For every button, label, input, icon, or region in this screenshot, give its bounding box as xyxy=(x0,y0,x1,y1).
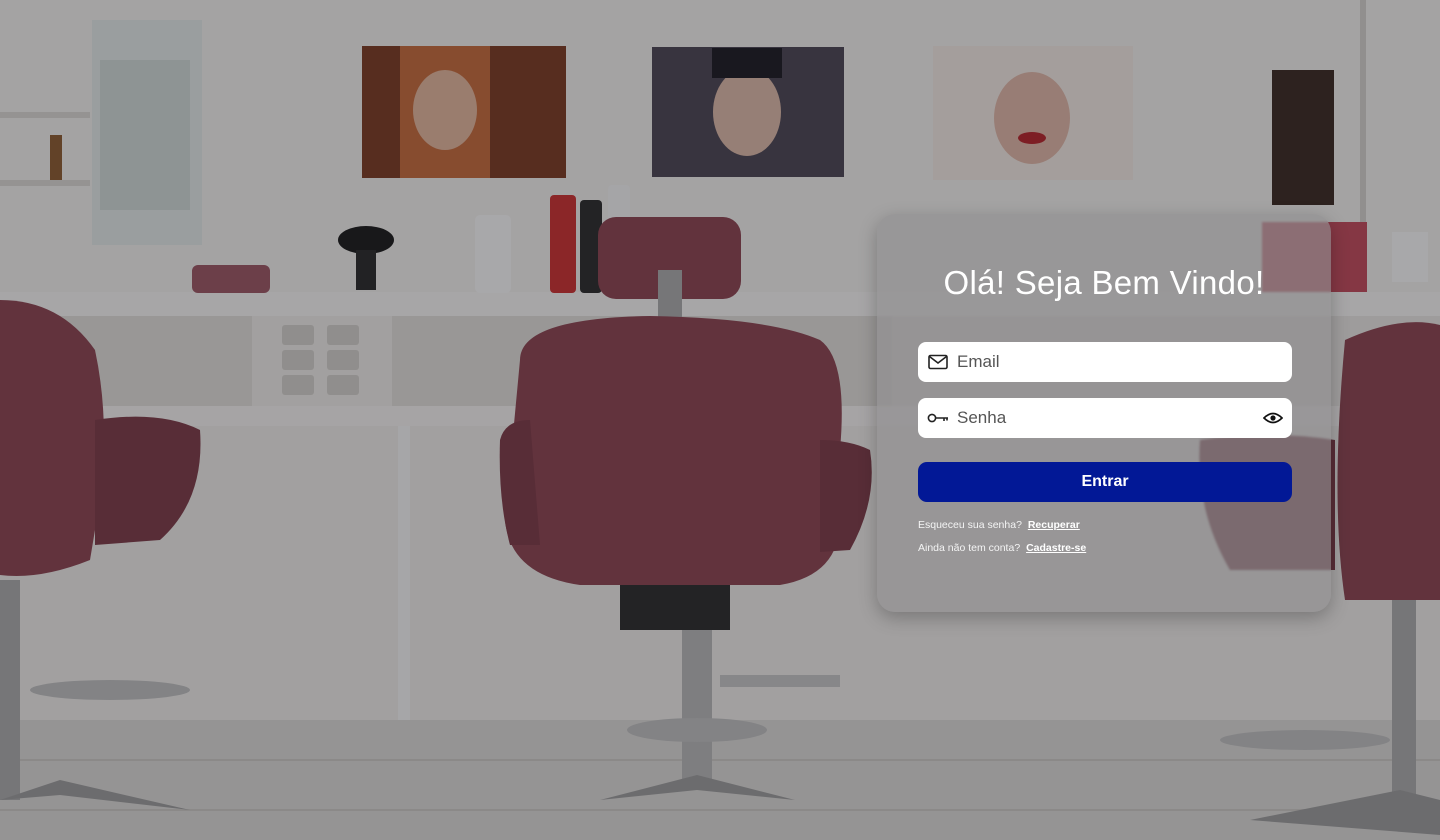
forgot-password-text: Esqueceu sua senha? xyxy=(918,519,1022,531)
mail-icon xyxy=(927,351,949,373)
login-submit-button[interactable]: Entrar xyxy=(918,462,1292,502)
email-input[interactable] xyxy=(957,343,1292,381)
forgot-password-line: Esqueceu sua senha? Recuperar xyxy=(918,519,1080,531)
signup-link[interactable]: Cadastre-se xyxy=(1026,542,1086,554)
login-title: Olá! Seja Bem Vindo! xyxy=(943,264,1265,301)
key-icon xyxy=(927,407,949,429)
eye-icon[interactable] xyxy=(1262,407,1284,429)
recover-password-link[interactable]: Recuperar xyxy=(1028,519,1080,531)
login-card: Olá! Seja Bem Vindo! Entrar Esqueceu su xyxy=(877,214,1331,612)
email-field[interactable] xyxy=(918,342,1292,382)
password-input[interactable] xyxy=(957,399,1262,437)
password-field[interactable] xyxy=(918,398,1292,438)
signup-line: Ainda não tem conta? Cadastre-se xyxy=(918,542,1086,554)
signup-text: Ainda não tem conta? xyxy=(918,542,1021,554)
